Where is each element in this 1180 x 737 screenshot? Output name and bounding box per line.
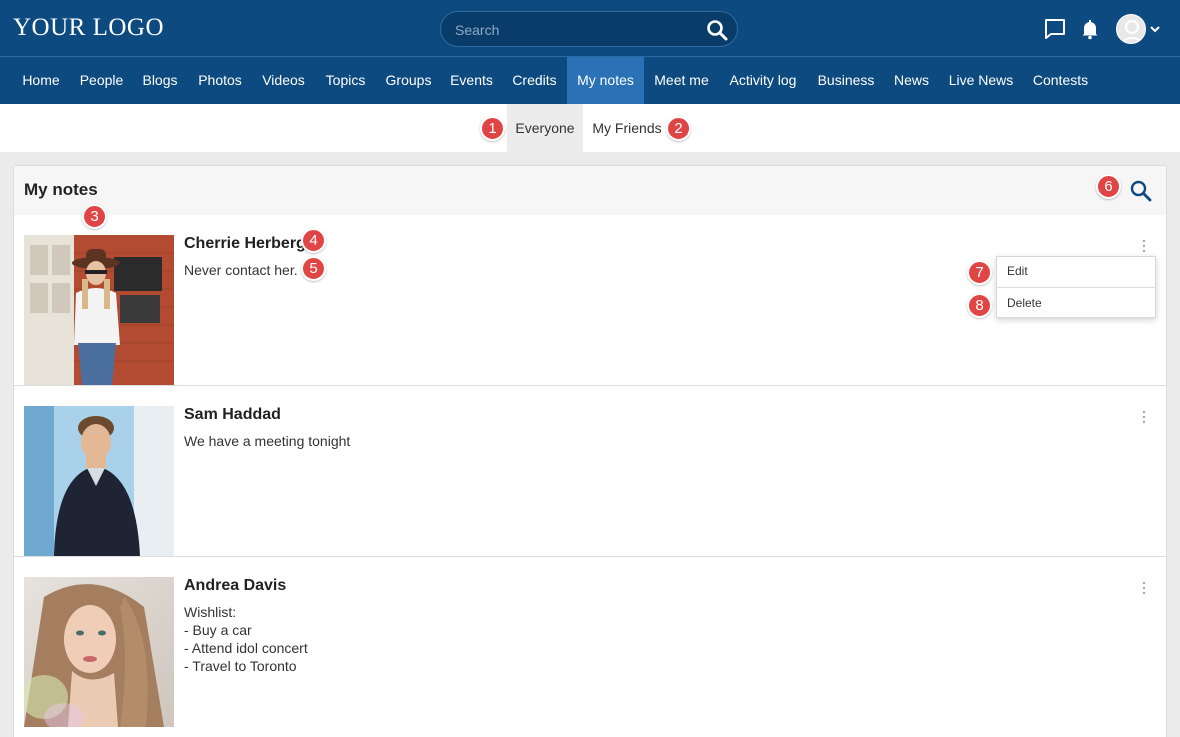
note-photo[interactable]	[24, 235, 174, 385]
note-text-line: We have a meeting tonight	[184, 433, 351, 449]
tab-my-friends[interactable]: My Friends	[583, 104, 671, 152]
search-notes-icon[interactable]	[1129, 179, 1153, 203]
note-text: We have a meeting tonight	[184, 432, 350, 450]
nav-item-live-news[interactable]: Live News	[939, 57, 1023, 104]
edit-menu-item[interactable]: Edit	[997, 257, 1155, 288]
search-input[interactable]	[455, 20, 695, 40]
tab-everyone[interactable]: Everyone	[507, 104, 583, 152]
card-header: My notes	[14, 166, 1166, 215]
nav-item-events[interactable]: Events	[441, 57, 502, 104]
nav-item-activity-log[interactable]: Activity log	[719, 57, 807, 104]
top-header: YOUR LOGO	[0, 0, 1180, 57]
more-options-icon[interactable]	[1138, 238, 1150, 254]
callout-marker: 3	[82, 204, 107, 229]
note-text-line: Never contact her.	[184, 262, 298, 278]
callout-marker: 1	[480, 116, 505, 141]
callout-marker: 8	[967, 293, 992, 318]
note-item: Sam Haddad We have a meeting tonight	[14, 386, 1166, 557]
note-text-line: Wishlist:	[184, 604, 237, 620]
nav-item-business[interactable]: Business	[808, 57, 884, 104]
note-author-name[interactable]: Andrea Davis	[184, 577, 286, 595]
nav-item-meet-me[interactable]: Meet me	[645, 57, 718, 104]
chevron-down-icon[interactable]	[1149, 22, 1161, 34]
note-item: Andrea Davis Wishlist: - Buy a car - Att…	[14, 557, 1166, 728]
note-photo[interactable]	[24, 406, 174, 556]
note-author-name[interactable]: Cherrie Herberg	[184, 235, 306, 253]
nav-item-topics[interactable]: Topics	[315, 57, 376, 104]
global-search	[440, 11, 738, 47]
note-text-line: - Travel to Toronto	[184, 658, 297, 674]
nav-item-photos[interactable]: Photos	[188, 57, 252, 104]
nav-item-home[interactable]: Home	[13, 57, 69, 104]
bell-icon[interactable]	[1078, 17, 1102, 41]
nav-item-my-notes[interactable]: My notes	[567, 57, 644, 104]
delete-menu-item[interactable]: Delete	[997, 289, 1155, 320]
note-options-menu: Edit Delete	[996, 256, 1156, 318]
chat-icon[interactable]	[1043, 17, 1067, 41]
note-item: Cherrie Herberg Never contact her.	[14, 215, 1166, 386]
site-logo[interactable]: YOUR LOGO	[13, 14, 164, 42]
nav-item-videos[interactable]: Videos	[253, 57, 314, 104]
note-filter-tabs: Everyone My Friends	[0, 104, 1180, 152]
callout-marker: 7	[967, 260, 992, 285]
note-text-line: - Attend idol concert	[184, 640, 308, 656]
callout-marker: 5	[301, 256, 326, 281]
callout-marker: 2	[666, 116, 691, 141]
nav-item-contests[interactable]: Contests	[1024, 57, 1097, 104]
note-text: Never contact her.	[184, 261, 298, 279]
notes-card: My notes Cherrie Herberg Never contact h…	[13, 165, 1167, 737]
note-text-line: - Buy a car	[184, 622, 252, 638]
nav-item-blogs[interactable]: Blogs	[133, 57, 187, 104]
main-nav: Home People Blogs Photos Videos Topics G…	[0, 57, 1180, 104]
page-title: My notes	[24, 180, 98, 199]
nav-item-groups[interactable]: Groups	[377, 57, 440, 104]
nav-item-news[interactable]: News	[885, 57, 938, 104]
more-options-icon[interactable]	[1138, 580, 1150, 596]
note-author-name[interactable]: Sam Haddad	[184, 406, 281, 424]
callout-marker: 4	[301, 228, 326, 253]
note-text: Wishlist: - Buy a car - Attend idol conc…	[184, 603, 308, 675]
nav-item-people[interactable]: People	[71, 57, 132, 104]
user-avatar-icon[interactable]	[1116, 14, 1146, 44]
callout-marker: 6	[1096, 174, 1121, 199]
more-options-icon[interactable]	[1138, 409, 1150, 425]
nav-item-credits[interactable]: Credits	[503, 57, 566, 104]
note-photo[interactable]	[24, 577, 174, 727]
search-icon[interactable]	[705, 18, 729, 42]
